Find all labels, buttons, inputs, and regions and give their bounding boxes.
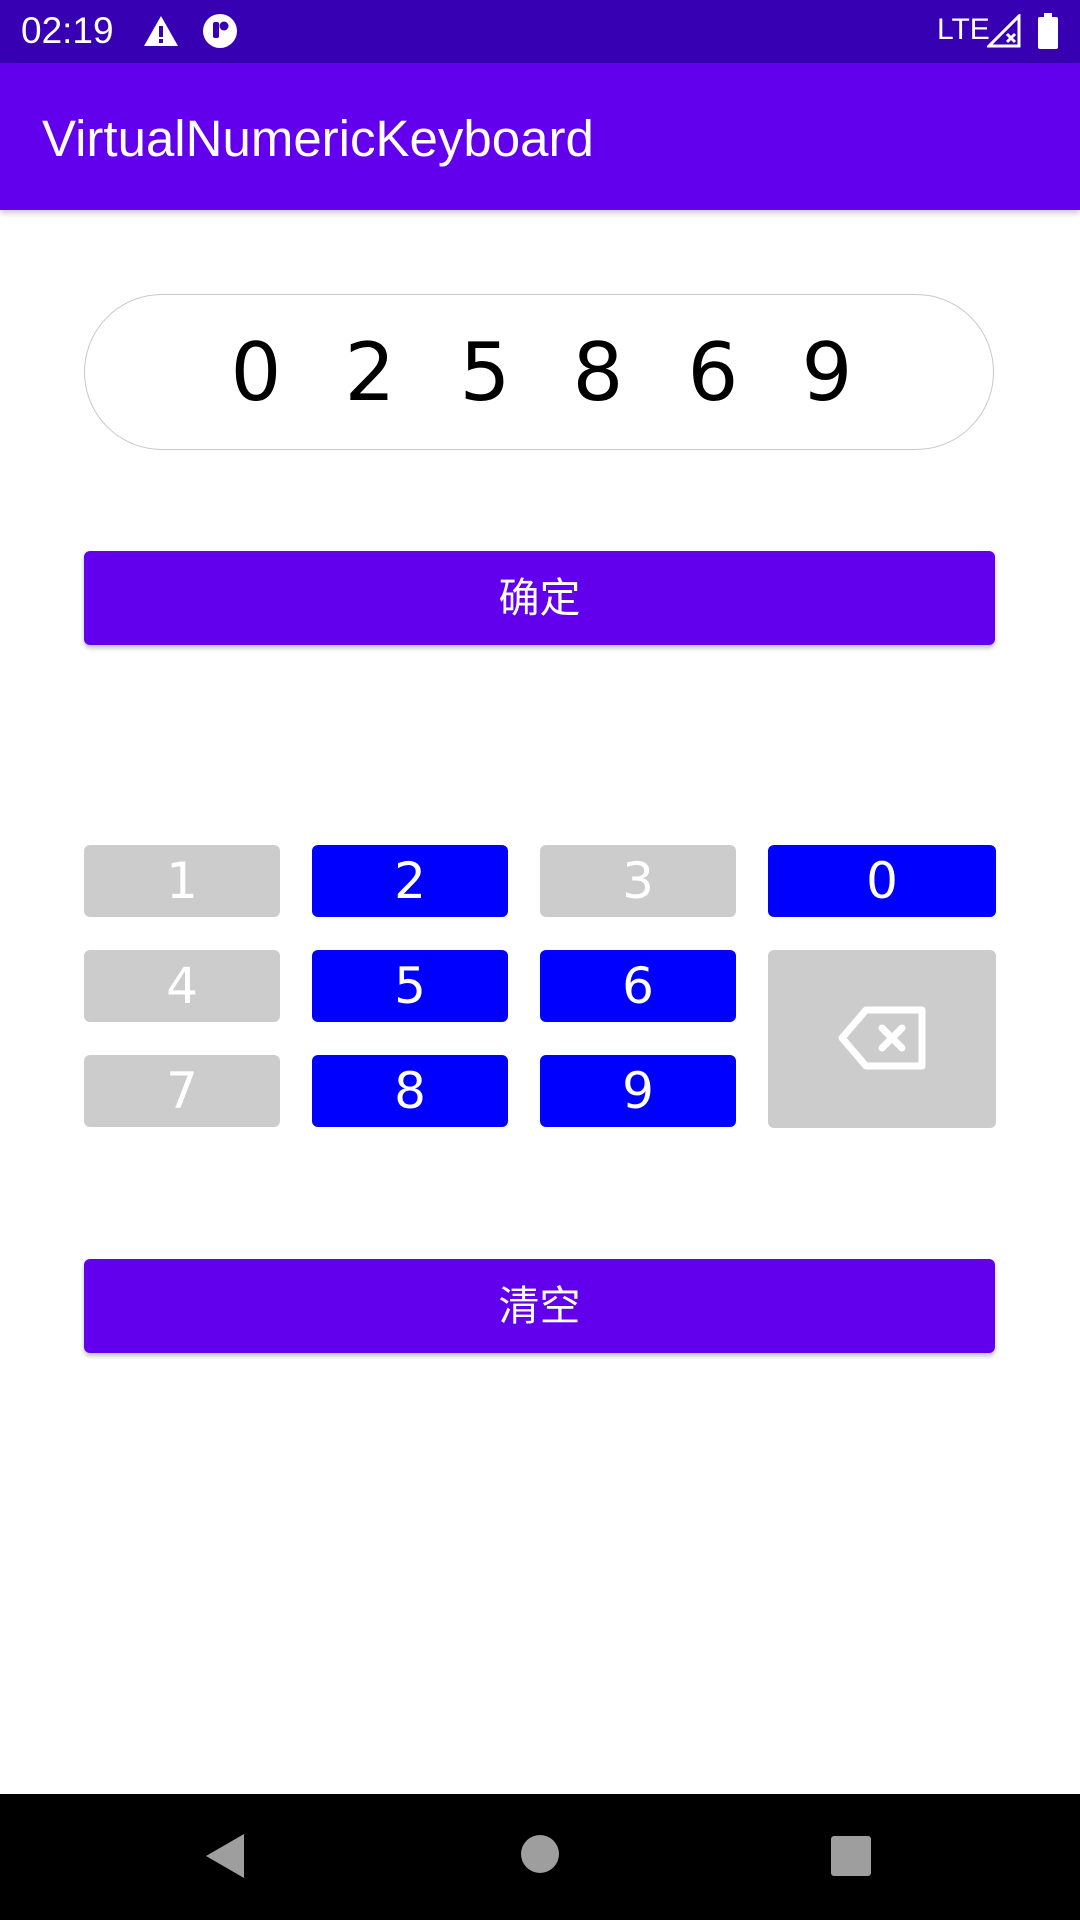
sync-icon <box>203 14 237 48</box>
clear-button[interactable]: 清空 <box>84 1259 995 1353</box>
code-display: 0 2 5 8 6 9 <box>84 294 994 450</box>
key-2[interactable]: 2 <box>312 845 508 917</box>
key-1[interactable]: 1 <box>84 845 280 917</box>
key-label: 8 <box>394 1062 426 1120</box>
code-digit: 2 <box>344 326 396 419</box>
home-icon[interactable] <box>520 1834 560 1874</box>
code-digit: 6 <box>687 326 739 419</box>
status-time: 02:19 <box>21 10 114 51</box>
navigation-bar <box>0 1794 1080 1920</box>
key-9[interactable]: 9 <box>540 1055 736 1127</box>
key-8[interactable]: 8 <box>312 1055 508 1127</box>
key-7[interactable]: 7 <box>84 1055 280 1127</box>
key-label: 6 <box>622 957 654 1015</box>
recents-icon[interactable] <box>831 1836 871 1876</box>
key-0[interactable]: 0 <box>768 845 996 917</box>
key-label: 9 <box>622 1062 654 1120</box>
backspace-icon <box>838 1006 926 1070</box>
key-label: 3 <box>622 852 654 910</box>
key-label: 4 <box>166 957 198 1015</box>
warning-icon <box>144 16 178 46</box>
key-label: 2 <box>394 852 426 910</box>
key-label: 5 <box>394 957 426 1015</box>
code-digit: 0 <box>230 326 282 419</box>
key-3[interactable]: 3 <box>540 845 736 917</box>
app-title: VirtualNumericKeyboard <box>42 110 594 167</box>
key-label: 0 <box>866 852 898 910</box>
code-digit: 8 <box>572 326 624 419</box>
key-6[interactable]: 6 <box>540 950 736 1022</box>
code-digit: 9 <box>801 326 853 419</box>
clear-button-label: 清空 <box>498 1282 581 1330</box>
back-icon[interactable] <box>204 1832 248 1880</box>
battery-icon <box>1038 13 1058 49</box>
key-label: 1 <box>166 852 198 910</box>
key-4[interactable]: 4 <box>84 950 280 1022</box>
key-5[interactable]: 5 <box>312 950 508 1022</box>
key-label: 7 <box>166 1062 198 1120</box>
code-digit: 5 <box>459 326 511 419</box>
confirm-button[interactable]: 确定 <box>84 551 995 645</box>
signal-icon <box>987 14 1021 48</box>
status-bar: 02:19 LTE <box>0 0 1080 63</box>
backspace-key[interactable] <box>768 950 996 1128</box>
screen: 02:19 LTE VirtualNumericKeyboard 0 2 5 8 <box>0 0 1080 1920</box>
confirm-button-label: 确定 <box>498 574 581 622</box>
network-type: LTE <box>937 13 990 46</box>
app-bar: VirtualNumericKeyboard <box>0 63 1080 210</box>
